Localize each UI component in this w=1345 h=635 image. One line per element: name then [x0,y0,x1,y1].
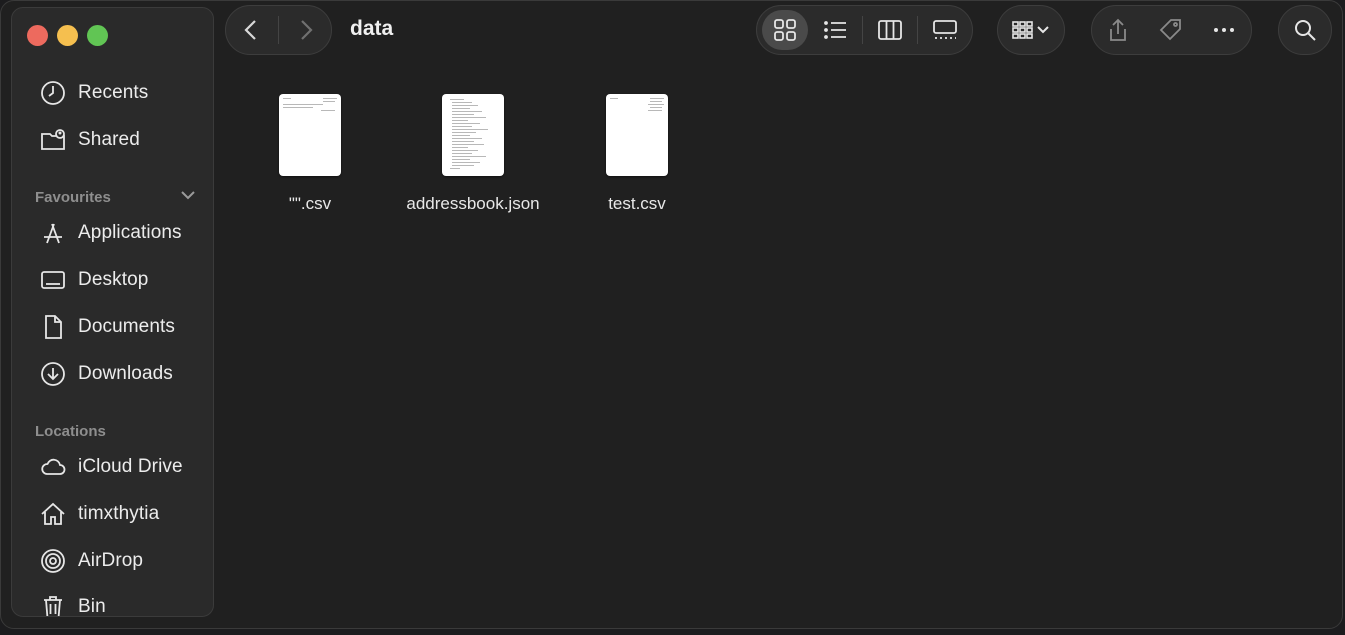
file-item[interactable]: test.csv [562,94,712,214]
more-button[interactable] [1198,5,1251,55]
chevron-down-icon[interactable] [179,186,197,204]
minimize-button[interactable] [57,25,78,46]
window-title: data [350,17,394,40]
list-icon [824,21,846,39]
clock-icon [38,78,68,108]
actions-group [1091,5,1252,55]
file-item[interactable]: "".csv [235,94,385,214]
close-button[interactable] [27,25,48,46]
cloud-icon [38,452,68,482]
json-file-thumbnail [442,94,504,176]
sidebar-item-airdrop[interactable]: AirDrop [12,541,213,581]
favourites-heading: Favourites [35,189,111,206]
file-name: addressbook.json [406,194,540,213]
sidebar-item-label: iCloud Drive [78,456,183,477]
group-icon [1012,21,1049,39]
sidebar-item-home[interactable]: timxthytia [12,494,213,534]
share-button[interactable] [1092,5,1144,55]
applications-icon [38,218,68,248]
sidebar-item-shared[interactable]: Shared [12,120,213,160]
sidebar-item-icloud-drive[interactable]: iCloud Drive [12,447,213,487]
file-grid: "".csv addressbook.json test.csv [225,61,1342,628]
forward-button[interactable] [279,5,331,55]
group-by-button[interactable] [997,5,1065,55]
share-icon [1110,18,1127,41]
file-name: "".csv [288,194,332,213]
window-controls [27,25,108,46]
icon-view-button[interactable] [762,10,808,50]
grid-icon [774,19,796,41]
locations-heading: Locations [35,423,106,440]
navigation-buttons [225,5,332,55]
sidebar-item-label: Recents [78,82,149,103]
sidebar-item-desktop[interactable]: Desktop [12,260,213,300]
sidebar: Recents Shared Favourites Applications D… [11,7,214,617]
trash-icon [38,592,68,616]
sidebar-item-label: Shared [78,129,140,150]
sidebar-item-bin[interactable]: Bin [12,587,213,617]
search-icon [1295,20,1316,41]
gallery-view-button[interactable] [918,5,972,55]
file-name: test.csv [608,194,666,213]
ellipsis-icon [1214,28,1235,32]
csv-file-thumbnail [606,94,668,176]
sidebar-item-label: Applications [78,222,182,243]
toolbar: data [225,1,1342,61]
document-icon [38,312,68,342]
sidebar-item-label: AirDrop [78,550,144,571]
sidebar-item-applications[interactable]: Applications [12,213,213,253]
sidebar-item-label: timxthytia [78,503,160,524]
download-icon [38,359,68,389]
finder-window: Recents Shared Favourites Applications D… [0,0,1343,629]
airdrop-icon [38,546,68,576]
zoom-button[interactable] [87,25,108,46]
search-button[interactable] [1278,5,1332,55]
column-view-button[interactable] [863,5,917,55]
file-item[interactable]: addressbook.json [398,94,548,214]
sidebar-item-label: Desktop [78,269,149,290]
columns-icon [878,20,902,40]
view-mode-group [756,5,973,55]
shared-folder-icon [38,125,68,155]
chevron-right-icon [301,20,313,40]
tag-icon [1159,19,1181,41]
chevron-left-icon [244,20,256,40]
sidebar-item-label: Bin [78,596,106,617]
sidebar-item-documents[interactable]: Documents [12,307,213,347]
gallery-icon [933,20,957,39]
sidebar-item-label: Downloads [78,363,173,384]
list-view-button[interactable] [808,5,862,55]
csv-file-thumbnail [279,94,341,176]
sidebar-item-recents[interactable]: Recents [12,73,213,113]
tag-button[interactable] [1144,5,1197,55]
sidebar-item-label: Documents [78,316,175,337]
back-button[interactable] [226,5,278,55]
sidebar-item-downloads[interactable]: Downloads [12,354,213,394]
desktop-icon [38,265,68,295]
home-icon [38,499,68,529]
